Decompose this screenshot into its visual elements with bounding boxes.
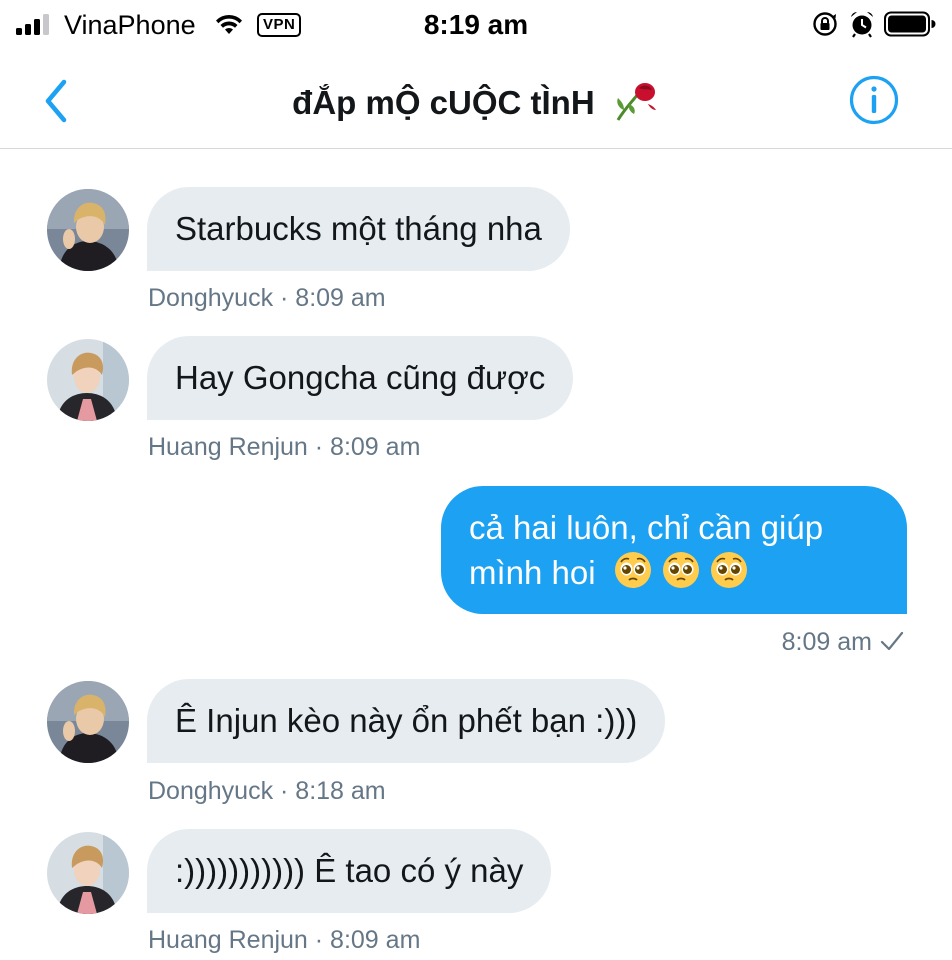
message-text: Hay Gongcha cũng được [175,359,546,396]
avatar-huang-renjun[interactable] [47,339,129,421]
pleading-face-icon [710,552,747,588]
message-text-line: cả hai luôn, chỉ cần giúp [469,509,824,546]
avatar-donghyuck[interactable] [47,681,129,763]
message-bubble[interactable]: Ê Injun kèo này ổn phết bạn :))) [147,679,666,763]
message-bubble[interactable]: Starbucks một tháng nha [147,187,570,271]
message-meta-outgoing: 8:09 am [782,627,904,657]
message-text: Starbucks một tháng nha [175,210,542,247]
message-meta: Donghyuck · 8:18 am [148,777,386,805]
battery-icon [884,11,936,37]
message-text: Ê Injun kèo này ổn phết bạn :))) [175,702,638,739]
check-icon [880,631,904,651]
message-bubble[interactable]: :))))))))))) Ê tao có ý này [147,829,552,913]
avatar-donghyuck[interactable] [47,189,129,271]
message-bubble-outgoing[interactable]: cả hai luôn, chỉ cần giúp mình hoi [441,486,907,614]
message-time: 8:09 am [781,628,872,656]
message-text: :))))))))))) Ê tao có ý này [175,852,524,889]
avatar-huang-renjun[interactable] [47,832,129,914]
conversation-header: đẮp mỘ cUỘC tÌnH [0,54,952,149]
message-meta: Huang Renjun · 8:09 am [148,433,421,461]
message-meta: Donghyuck · 8:09 am [148,284,386,312]
conversation-title-text: đẮp mỘ cUỘC tÌnH [292,84,595,121]
info-icon[interactable] [848,74,900,126]
conversation-title[interactable]: đẮp mỘ cUỘC tÌnH [0,80,952,123]
alarm-icon [851,11,873,38]
pleading-face-icon [614,552,651,588]
message-text: mình hoi [469,554,596,591]
pleading-face-icon [662,552,699,588]
message-row: Hay Gongcha cũng được Huang Renjun · 8:0… [0,336,952,466]
message-text-line-2: mình hoi [469,550,879,595]
status-bar: VinaPhone VPN 8:19 am [0,0,952,50]
message-meta: Huang Renjun · 8:09 am [148,926,421,954]
message-row: :))))))))))) Ê tao có ý này Huang Renjun… [0,829,952,960]
message-row: Ê Injun kèo này ổn phết bạn :))) Donghyu… [0,679,952,809]
wilted-rose-icon [616,83,656,121]
message-row: Starbucks một tháng nha Donghyuck · 8:09… [0,187,952,317]
orientation-lock-icon [813,12,837,36]
status-time: 8:19 am [423,9,529,40]
message-bubble[interactable]: Hay Gongcha cũng được [147,336,574,420]
